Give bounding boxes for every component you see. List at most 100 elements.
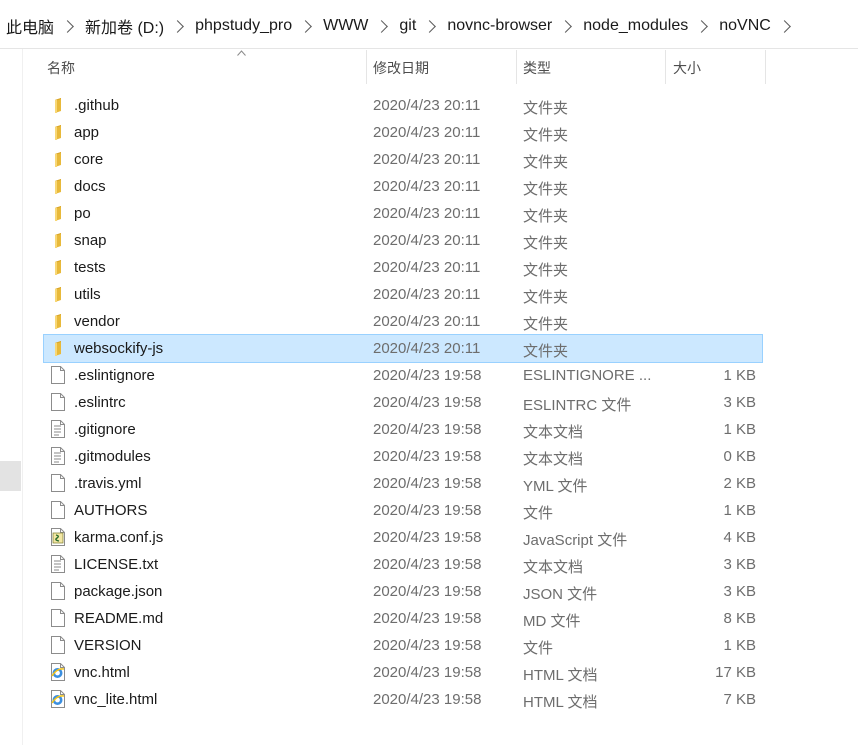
file-name: vendor bbox=[74, 313, 120, 330]
file-modified: 2020/4/23 19:58 bbox=[373, 691, 482, 708]
list-item[interactable]: .eslintrc 2020/4/23 19:58 ESLINTRC 文件 3 KB bbox=[44, 389, 762, 416]
file-name: websockify-js bbox=[74, 340, 164, 357]
column-type-header[interactable]: 类型 bbox=[523, 50, 551, 84]
breadcrumb-item[interactable]: phpstudy_pro bbox=[195, 17, 292, 35]
file-type: 文件夹 bbox=[523, 289, 569, 306]
file-type: 文件夹 bbox=[523, 316, 569, 333]
chevron-right-icon[interactable] bbox=[299, 19, 312, 33]
nav-pane-divider[interactable] bbox=[22, 49, 23, 745]
list-item[interactable]: docs 2020/4/23 20:11 文件夹 bbox=[44, 173, 762, 200]
text-file-icon bbox=[50, 447, 66, 465]
file-modified: 2020/4/23 19:58 bbox=[373, 583, 482, 600]
list-item[interactable]: core 2020/4/23 20:11 文件夹 bbox=[44, 146, 762, 173]
list-item[interactable]: .github 2020/4/23 20:11 文件夹 bbox=[44, 92, 762, 119]
file-icon bbox=[50, 474, 66, 492]
file-type: 文件 bbox=[523, 640, 554, 657]
list-item[interactable]: vnc.html 2020/4/23 19:58 HTML 文档 17 KB bbox=[44, 659, 762, 686]
list-item[interactable]: LICENSE.txt 2020/4/23 19:58 文本文档 3 KB bbox=[44, 551, 762, 578]
file-name: tests bbox=[74, 259, 106, 276]
file-name: karma.conf.js bbox=[74, 529, 164, 546]
list-item[interactable]: VERSION 2020/4/23 19:58 文件 1 KB bbox=[44, 632, 762, 659]
file-modified: 2020/4/23 19:58 bbox=[373, 502, 482, 519]
list-item[interactable]: vendor 2020/4/23 20:11 文件夹 bbox=[44, 308, 762, 335]
folder-icon bbox=[50, 204, 66, 222]
list-item[interactable]: karma.conf.js 2020/4/23 19:58 JavaScript 文… bbox=[44, 524, 762, 551]
file-modified: 2020/4/23 20:11 bbox=[373, 124, 481, 141]
list-item[interactable]: po 2020/4/23 20:11 文件夹 bbox=[44, 200, 762, 227]
folder-icon bbox=[50, 339, 66, 357]
list-item[interactable]: package.json 2020/4/23 19:58 JSON 文件 3 KB bbox=[44, 578, 762, 605]
file-icon bbox=[50, 636, 66, 654]
column-size-header[interactable]: 大小 bbox=[673, 50, 701, 84]
file-name: .gitignore bbox=[74, 421, 136, 438]
file-modified: 2020/4/23 20:11 bbox=[373, 340, 481, 357]
file-type: 文件夹 bbox=[523, 235, 569, 252]
file-size: 3 KB bbox=[723, 583, 756, 600]
file-modified: 2020/4/23 20:11 bbox=[373, 97, 481, 114]
list-item[interactable]: snap 2020/4/23 20:11 文件夹 bbox=[44, 227, 762, 254]
file-name: .gitmodules bbox=[74, 448, 151, 465]
nav-pane-scroll-thumb[interactable] bbox=[0, 461, 21, 491]
file-type: 文本文档 bbox=[523, 559, 584, 576]
list-item[interactable]: .gitignore 2020/4/23 19:58 文本文档 1 KB bbox=[44, 416, 762, 443]
file-modified: 2020/4/23 20:11 bbox=[373, 151, 481, 168]
sort-ascending-icon bbox=[237, 50, 246, 56]
file-name: app bbox=[74, 124, 100, 141]
breadcrumb-item[interactable]: novnc-browser bbox=[447, 17, 552, 35]
breadcrumb-item[interactable]: noVNC bbox=[719, 17, 771, 35]
file-type: JSON 文件 bbox=[523, 586, 598, 603]
html-file-icon bbox=[50, 663, 66, 681]
text-file-icon bbox=[50, 420, 66, 438]
chevron-right-icon[interactable] bbox=[777, 19, 791, 33]
list-item[interactable]: app 2020/4/23 20:11 文件夹 bbox=[44, 119, 762, 146]
column-divider[interactable] bbox=[366, 50, 367, 84]
file-type: 文件夹 bbox=[523, 154, 569, 171]
breadcrumb-item[interactable]: git bbox=[399, 17, 416, 35]
chevron-right-icon[interactable] bbox=[695, 19, 709, 33]
breadcrumb-item[interactable]: 新加卷 (D:) bbox=[85, 14, 164, 38]
file-size: 17 KB bbox=[715, 664, 756, 681]
list-item-selected[interactable]: websockify-js 2020/4/23 20:11 文件夹 bbox=[43, 334, 763, 363]
file-type: 文件夹 bbox=[523, 181, 569, 198]
file-name: utils bbox=[74, 286, 101, 303]
file-name: .eslintrc bbox=[74, 394, 126, 411]
breadcrumb-item[interactable]: node_modules bbox=[583, 17, 688, 35]
chevron-right-icon[interactable] bbox=[559, 19, 573, 33]
file-type: MD 文件 bbox=[523, 613, 581, 630]
file-icon bbox=[50, 393, 66, 411]
file-type: 文件夹 bbox=[523, 208, 569, 225]
breadcrumb-item[interactable]: 此电脑 bbox=[6, 14, 54, 38]
file-name: po bbox=[74, 205, 91, 222]
list-item[interactable]: AUTHORS 2020/4/23 19:58 文件 1 KB bbox=[44, 497, 762, 524]
list-item[interactable]: vnc_lite.html 2020/4/23 19:58 HTML 文档 7 KB bbox=[44, 686, 762, 713]
file-modified: 2020/4/23 19:58 bbox=[373, 421, 482, 438]
chevron-right-icon[interactable] bbox=[61, 19, 74, 33]
list-item[interactable]: tests 2020/4/23 20:11 文件夹 bbox=[44, 254, 762, 281]
chevron-right-icon[interactable] bbox=[423, 19, 437, 33]
file-size: 2 KB bbox=[723, 475, 756, 492]
chevron-right-icon[interactable] bbox=[171, 19, 184, 33]
file-size: 3 KB bbox=[723, 556, 756, 573]
file-modified: 2020/4/23 20:11 bbox=[373, 286, 481, 303]
list-item[interactable]: README.md 2020/4/23 19:58 MD 文件 8 KB bbox=[44, 605, 762, 632]
address-bar[interactable]: 此电脑 新加卷 (D:) phpstudy_pro WWW git novnc-brows… bbox=[0, 0, 858, 49]
list-item[interactable]: .eslintignore 2020/4/23 19:58 ESLINTIGNORE… bbox=[44, 362, 762, 389]
column-divider[interactable] bbox=[516, 50, 517, 84]
column-name-header[interactable]: 名称 bbox=[47, 50, 75, 84]
folder-icon bbox=[50, 96, 66, 114]
list-item[interactable]: utils 2020/4/23 20:11 文件夹 bbox=[44, 281, 762, 308]
file-size: 4 KB bbox=[723, 529, 756, 546]
file-type: 文件夹 bbox=[523, 262, 569, 279]
file-modified: 2020/4/23 19:58 bbox=[373, 637, 482, 654]
file-size: 3 KB bbox=[723, 394, 756, 411]
breadcrumb-item[interactable]: WWW bbox=[323, 17, 368, 35]
file-modified: 2020/4/23 19:58 bbox=[373, 664, 482, 681]
list-item[interactable]: .gitmodules 2020/4/23 19:58 文本文档 0 KB bbox=[44, 443, 762, 470]
js-file-icon bbox=[50, 528, 66, 546]
file-name: vnc.html bbox=[74, 664, 130, 681]
column-divider[interactable] bbox=[765, 50, 766, 84]
chevron-right-icon[interactable] bbox=[375, 19, 389, 33]
list-item[interactable]: .travis.yml 2020/4/23 19:58 YML 文件 2 KB bbox=[44, 470, 762, 497]
column-divider[interactable] bbox=[665, 50, 666, 84]
column-modified-header[interactable]: 修改日期 bbox=[373, 50, 429, 84]
